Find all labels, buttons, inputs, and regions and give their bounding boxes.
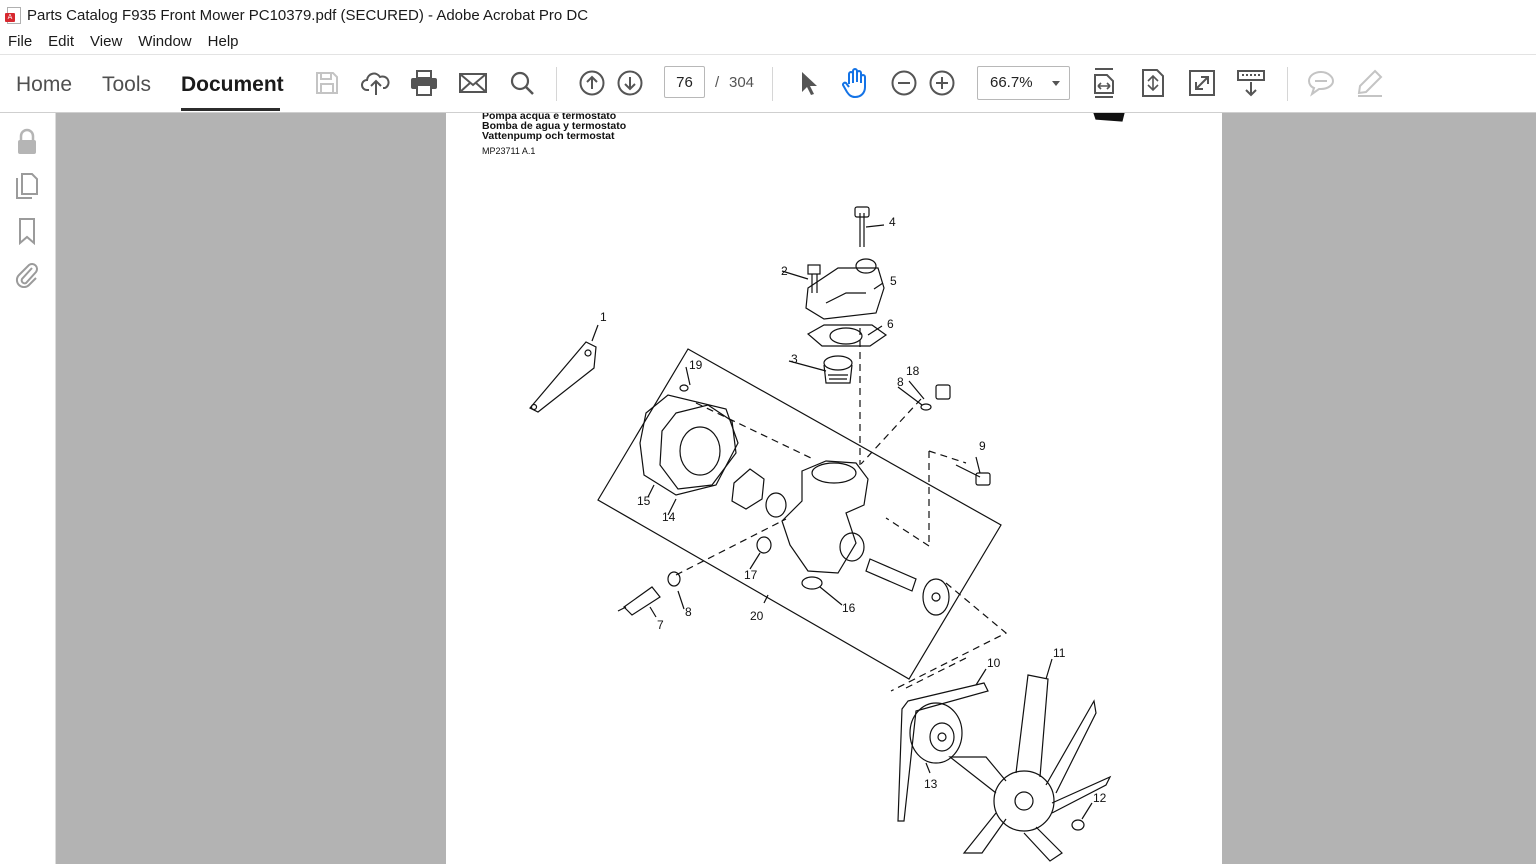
email-icon[interactable] xyxy=(457,67,489,99)
window-title: Parts Catalog F935 Front Mower PC10379.p… xyxy=(27,6,589,24)
menu-window[interactable]: Window xyxy=(130,31,199,53)
svg-text:11: 11 xyxy=(1053,646,1066,660)
page-total: 304 xyxy=(729,74,755,91)
acrobat-pdf-icon: A xyxy=(5,6,21,24)
zoom-dropdown[interactable]: 66.7% xyxy=(977,66,1070,100)
fit-width-icon[interactable] xyxy=(1088,67,1120,99)
menu-edit[interactable]: Edit xyxy=(40,31,82,53)
svg-text:8: 8 xyxy=(685,605,692,619)
highlight-pen-icon[interactable] xyxy=(1354,67,1386,99)
pages-icon[interactable] xyxy=(12,171,42,201)
svg-text:13: 13 xyxy=(924,777,938,791)
tab-tools[interactable]: Tools xyxy=(102,72,151,98)
comment-icon[interactable] xyxy=(1305,67,1337,99)
upload-cloud-icon[interactable] xyxy=(360,67,392,99)
search-icon[interactable] xyxy=(506,67,538,99)
attachment-icon[interactable] xyxy=(12,259,42,289)
hand-icon[interactable] xyxy=(839,67,871,99)
svg-text:1: 1 xyxy=(600,310,607,324)
svg-text:18: 18 xyxy=(906,364,920,378)
menu-help[interactable]: Help xyxy=(200,31,247,53)
save-icon[interactable] xyxy=(311,67,343,99)
next-page-icon[interactable] xyxy=(614,67,646,99)
full-screen-icon[interactable] xyxy=(1186,67,1218,99)
svg-text:5: 5 xyxy=(890,274,897,288)
tab-home[interactable]: Home xyxy=(16,72,72,98)
toolbar-separator xyxy=(556,67,557,101)
svg-text:2: 2 xyxy=(781,264,788,278)
svg-text:8: 8 xyxy=(897,375,904,389)
svg-text:17: 17 xyxy=(744,568,758,582)
svg-text:15: 15 xyxy=(637,494,651,508)
lock-icon[interactable] xyxy=(12,127,42,157)
svg-text:3: 3 xyxy=(791,352,798,366)
water-pump-thermostat-exploded-diagram: 1 2 3 4 5 6 7 8 8 9 10 11 12 13 14 15 16… xyxy=(529,113,1125,862)
svg-text:14: 14 xyxy=(662,510,676,524)
previous-page-icon[interactable] xyxy=(576,67,608,99)
zoom-in-icon[interactable] xyxy=(926,67,958,99)
svg-text:16: 16 xyxy=(842,601,856,615)
menu-view[interactable]: View xyxy=(82,31,130,53)
svg-text:19: 19 xyxy=(689,358,703,372)
select-arrow-icon[interactable] xyxy=(791,67,823,99)
page-number-input[interactable] xyxy=(664,66,705,98)
svg-text:4: 4 xyxy=(889,215,896,229)
menu-file[interactable]: File xyxy=(0,31,40,53)
page-separator: / xyxy=(715,74,720,91)
active-tab-indicator xyxy=(181,108,280,111)
title-bar: A Parts Catalog F935 Front Mower PC10379… xyxy=(0,0,1536,30)
svg-text:20: 20 xyxy=(750,609,764,623)
bookmark-icon[interactable] xyxy=(12,216,42,246)
svg-text:7: 7 xyxy=(657,618,664,632)
tab-document[interactable]: Document xyxy=(181,72,284,98)
svg-text:12: 12 xyxy=(1093,791,1107,805)
pdf-page: Pompa acqua e termostato Bomba de agua y… xyxy=(446,113,1222,864)
svg-text:9: 9 xyxy=(979,439,986,453)
zoom-value: 66.7% xyxy=(990,74,1033,91)
svg-text:10: 10 xyxy=(987,656,1001,670)
svg-text:6: 6 xyxy=(887,317,894,331)
chevron-down-icon xyxy=(1052,81,1060,86)
menu-bar: File Edit View Window Help xyxy=(0,30,1536,55)
main-toolbar: Home Tools Document / 304 66.7% xyxy=(0,55,1536,113)
fit-page-icon[interactable] xyxy=(1137,67,1169,99)
scrolling-mode-icon[interactable] xyxy=(1235,67,1267,99)
toolbar-separator xyxy=(772,67,773,101)
print-icon[interactable] xyxy=(408,67,440,99)
toolbar-separator xyxy=(1287,67,1288,101)
zoom-out-icon[interactable] xyxy=(888,67,920,99)
left-navigation-panel xyxy=(0,113,56,864)
